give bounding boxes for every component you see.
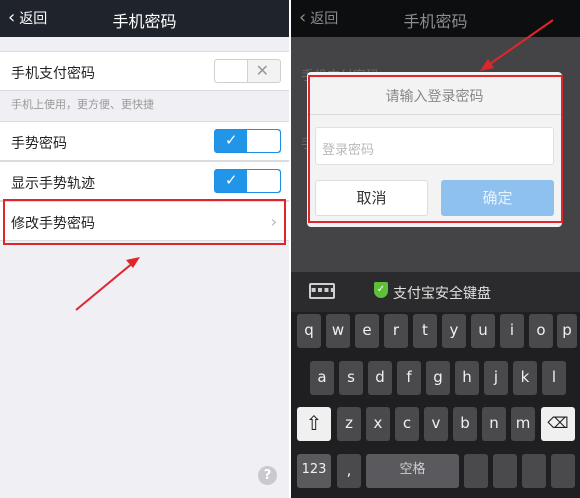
key-m[interactable]: m [511,407,535,441]
key-blank[interactable] [464,454,488,488]
key-comma[interactable]: , [337,454,361,488]
keyboard-header: ▪▪▪▪ ✓ 支付宝安全键盘 [291,272,580,312]
key-u[interactable]: u [471,314,495,348]
key-o[interactable]: o [529,314,553,348]
key-n[interactable]: n [482,407,506,441]
key-c[interactable]: c [395,407,419,441]
key-y[interactable]: y [442,314,466,348]
help-icon[interactable]: ? [258,466,277,485]
secure-keyboard: q w e r t y u i o p a s d f g h j k l ⇧ … [291,312,580,498]
key-j[interactable]: j [484,361,508,395]
shift-key[interactable]: ⇧ [297,407,331,441]
number-switch-key[interactable]: 123 [297,454,331,488]
key-blank[interactable] [493,454,517,488]
shield-check-icon: ✓ [374,282,388,298]
password-dialog-screen: ‹ 返回 手机密码 手机支付密码 手 请输入登录密码 登录密码 取消 确定 ▪▪… [291,0,580,498]
key-w[interactable]: w [326,314,350,348]
key-z[interactable]: z [337,407,361,441]
key-a[interactable]: a [310,361,334,395]
backspace-key[interactable]: ⌫ [541,407,575,441]
key-d[interactable]: d [368,361,392,395]
key-f[interactable]: f [397,361,421,395]
key-blank[interactable] [522,454,546,488]
key-i[interactable]: i [500,314,524,348]
key-b[interactable]: b [453,407,477,441]
key-l[interactable]: l [542,361,566,395]
key-g[interactable]: g [426,361,450,395]
key-e[interactable]: e [355,314,379,348]
space-key[interactable]: 空格 [366,454,459,488]
annotation-arrow [75,257,140,311]
key-s[interactable]: s [339,361,363,395]
keyboard-title: 支付宝安全键盘 [393,286,491,302]
key-p[interactable]: p [557,314,577,348]
key-x[interactable]: x [366,407,390,441]
keyboard-icon[interactable]: ▪▪▪▪ [309,283,336,299]
key-q[interactable]: q [297,314,321,348]
key-v[interactable]: v [424,407,448,441]
key-r[interactable]: r [384,314,408,348]
key-t[interactable]: t [413,314,437,348]
settings-screen: ‹ 返回 手机密码 手机支付密码 ✕ 手机上使用，更方便、更快捷 手势密码 ✓ … [0,0,289,498]
key-blank[interactable] [551,454,575,488]
key-h[interactable]: h [455,361,479,395]
key-k[interactable]: k [513,361,537,395]
